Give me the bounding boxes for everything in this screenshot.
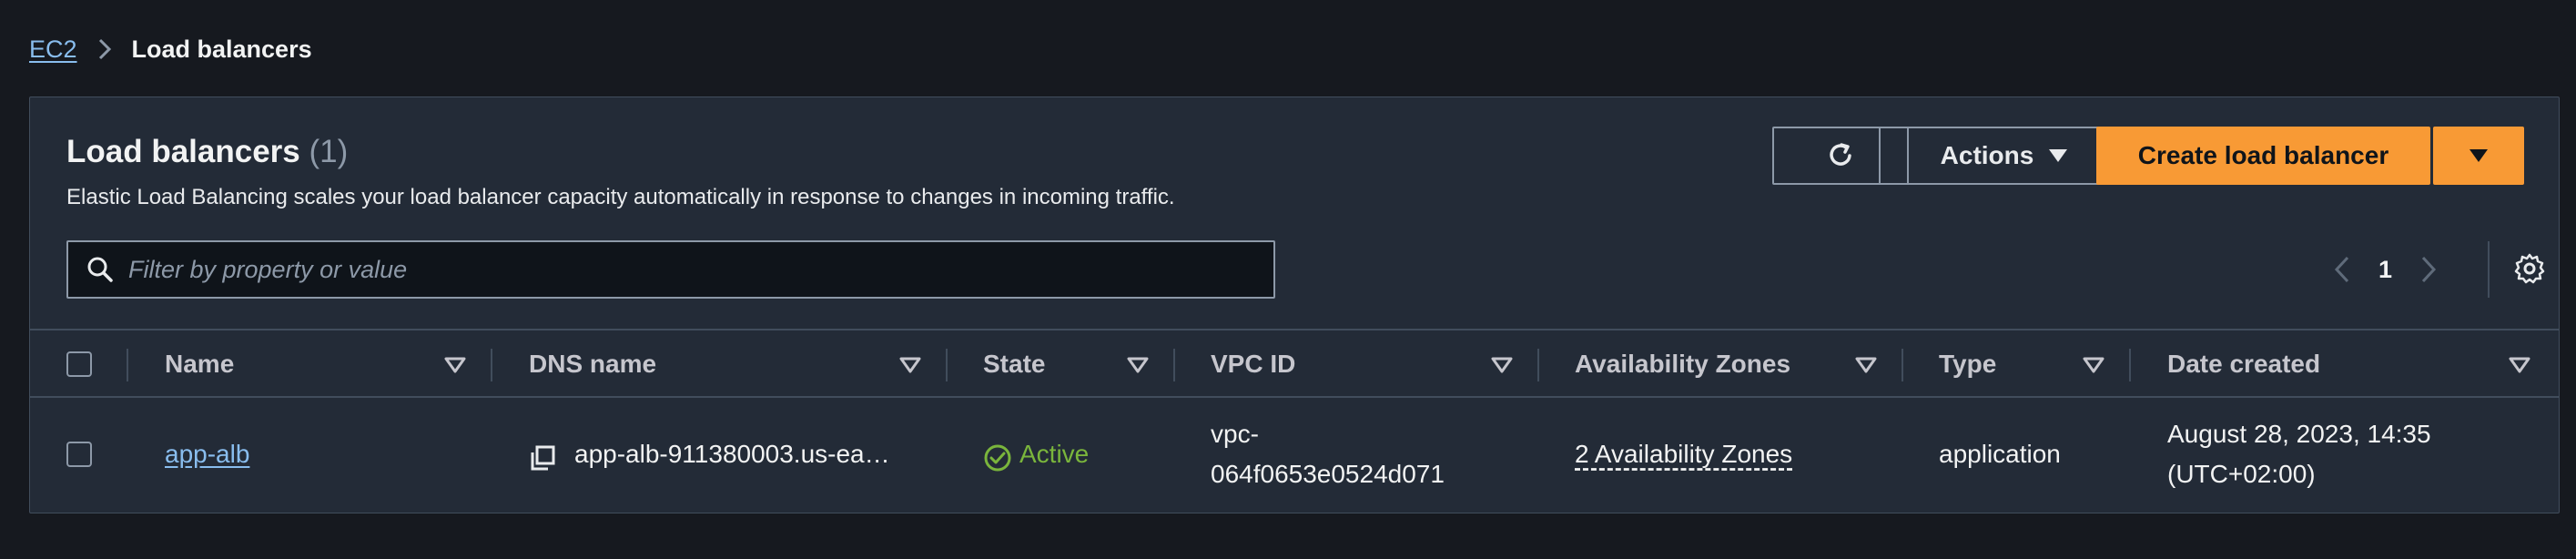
- panel-description: Elastic Load Balancing scales your load …: [66, 185, 1175, 209]
- preferences-button[interactable]: [2513, 252, 2546, 285]
- next-page-button[interactable]: [2419, 255, 2438, 284]
- pagination: 1: [2333, 243, 2438, 296]
- sort-icon[interactable]: [1854, 352, 1878, 376]
- column-vpc-id[interactable]: VPC ID: [1211, 330, 1295, 398]
- sort-icon[interactable]: [2082, 352, 2105, 376]
- row-checkbox[interactable]: [66, 442, 92, 467]
- table-header: Name DNS name State VPC ID Availability …: [30, 329, 2559, 398]
- column-divider: [1537, 349, 1539, 381]
- column-divider: [1173, 349, 1175, 381]
- load-balancers-table: Name DNS name State VPC ID Availability …: [30, 329, 2559, 511]
- create-load-balancer-button[interactable]: Create load balancer: [2096, 127, 2430, 185]
- current-page[interactable]: 1: [2378, 256, 2392, 284]
- previous-page-button[interactable]: [2333, 255, 2351, 284]
- column-date-created[interactable]: Date created: [2167, 330, 2320, 398]
- vpc-id-value-line1: vpc-: [1211, 420, 1259, 448]
- caret-down-icon: [2049, 149, 2068, 162]
- column-state[interactable]: State: [983, 330, 1045, 398]
- gear-icon: [2514, 253, 2545, 284]
- sort-icon[interactable]: [1126, 352, 1150, 376]
- actions-label: Actions: [1940, 141, 2034, 169]
- caret-down-icon: [2470, 149, 2488, 162]
- actions-button[interactable]: Actions: [1879, 127, 2130, 185]
- chevron-right-icon: [97, 37, 112, 61]
- column-divider: [2129, 349, 2131, 381]
- select-all-checkbox[interactable]: [66, 351, 92, 377]
- panel-title: Load balancers: [66, 134, 300, 169]
- table-row[interactable]: app-alb app-alb-911380003.us-ea… Active …: [30, 398, 2559, 511]
- column-divider: [491, 349, 492, 381]
- sort-icon[interactable]: [1490, 352, 1514, 376]
- dns-name-value: app-alb-911380003.us-ea…: [574, 440, 890, 468]
- date-created-value-line1: August 28, 2023, 14:35: [2167, 420, 2431, 448]
- item-count: (1): [309, 134, 349, 169]
- breadcrumb-current: Load balancers: [131, 35, 312, 63]
- availability-zones-value[interactable]: 2 Availability Zones: [1575, 440, 1792, 469]
- column-dns-name[interactable]: DNS name: [529, 330, 656, 398]
- divider: [2488, 241, 2490, 298]
- column-divider: [946, 349, 948, 381]
- load-balancers-panel: Load balancers (1) Elastic Load Balancin…: [29, 97, 2560, 513]
- chevron-right-icon: [2421, 256, 2437, 283]
- column-availability-zones[interactable]: Availability Zones: [1575, 330, 1790, 398]
- column-name[interactable]: Name: [165, 330, 234, 398]
- breadcrumb-ec2-link[interactable]: EC2: [29, 36, 77, 64]
- vpc-id-value-line2: 064f0653e0524d071: [1211, 460, 1445, 488]
- status-success-icon: [984, 444, 1011, 472]
- sort-icon[interactable]: [443, 352, 467, 376]
- breadcrumb: EC2 Load balancers: [29, 31, 312, 67]
- date-created-value-line2: (UTC+02:00): [2167, 460, 2316, 488]
- column-divider: [127, 349, 128, 381]
- refresh-icon: [1830, 143, 1851, 166]
- search-icon: [87, 257, 113, 282]
- create-dropdown-button[interactable]: [2433, 127, 2524, 185]
- type-value: application: [1939, 440, 2061, 468]
- column-divider: [1902, 349, 1903, 381]
- page-title: Load balancers (1): [66, 134, 348, 170]
- state-value: Active: [1019, 440, 1090, 468]
- sort-icon[interactable]: [898, 352, 922, 376]
- search-input[interactable]: [128, 255, 1273, 284]
- load-balancer-name-link[interactable]: app-alb: [165, 440, 249, 469]
- chevron-left-icon: [2334, 256, 2349, 283]
- column-type[interactable]: Type: [1939, 330, 1996, 398]
- copy-icon[interactable]: [529, 444, 556, 472]
- sort-icon[interactable]: [2508, 352, 2531, 376]
- search-field[interactable]: [66, 240, 1275, 299]
